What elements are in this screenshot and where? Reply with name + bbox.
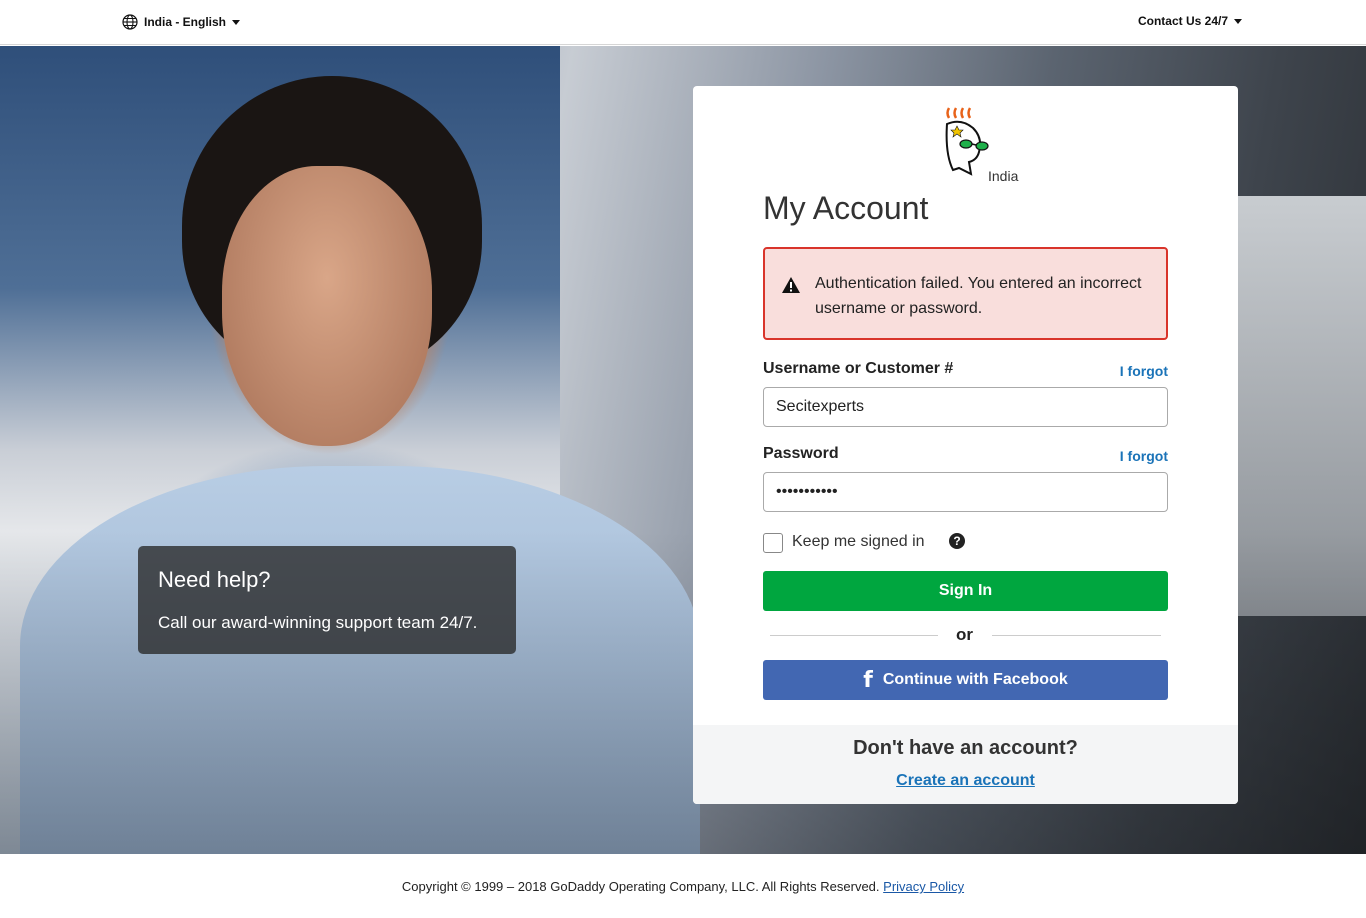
chevron-down-icon [232,19,241,25]
login-card: India My Account Authentication failed. … [693,86,1238,804]
divider-left [770,635,938,636]
error-message: Authentication failed. You entered an in… [815,275,1142,317]
need-help-title: Need help? [158,567,271,592]
warning-icon [782,277,800,293]
locale-selector[interactable]: India - English [122,14,241,30]
or-separator: or [956,625,973,644]
password-label: Password [763,445,839,462]
username-forgot-link[interactable]: I forgot [1120,363,1168,379]
chevron-down-icon [1234,18,1242,24]
contact-menu[interactable]: Contact Us 24/7 [1138,14,1242,28]
password-forgot-link[interactable]: I forgot [1120,448,1168,464]
facebook-icon: f [863,667,873,693]
facebook-login-button[interactable]: f Continue with Facebook [763,660,1168,700]
username-field[interactable] [763,387,1168,427]
no-account-question: Don't have an account? [853,737,1078,759]
signup-section: Don't have an account? Create an account [693,725,1238,804]
keep-signed-in-checkbox[interactable] [763,533,783,553]
error-alert: Authentication failed. You entered an in… [763,247,1168,340]
help-icon[interactable]: ? [949,533,965,549]
logo-region-label: India [988,168,1019,184]
divider-right [992,635,1161,636]
copyright-text: Copyright © 1999 – 2018 GoDaddy Operatin… [401,879,880,894]
contact-label: Contact Us 24/7 [1137,14,1228,28]
need-help-box: Need help? Call our award-winning suppor… [138,546,516,654]
copyright-footer: Copyright © 1999 – 2018 GoDaddy Operatin… [0,879,1366,894]
globe-icon [122,14,138,30]
top-bar: India - English Contact Us 24/7 [0,0,1366,45]
create-account-link[interactable]: Create an account [693,772,1238,790]
sign-in-button[interactable]: Sign In [763,571,1168,611]
keep-signed-in-label[interactable]: Keep me signed in [792,533,925,551]
need-help-subtitle: Call our award-winning support team 24/7… [158,613,478,632]
facebook-button-label: Continue with Facebook [882,671,1068,688]
privacy-policy-link[interactable]: Privacy Policy [883,879,964,894]
password-field[interactable] [763,472,1168,512]
username-label: Username or Customer # [763,360,954,377]
page-title: My Account [763,190,929,226]
locale-label: India - English [144,15,227,29]
